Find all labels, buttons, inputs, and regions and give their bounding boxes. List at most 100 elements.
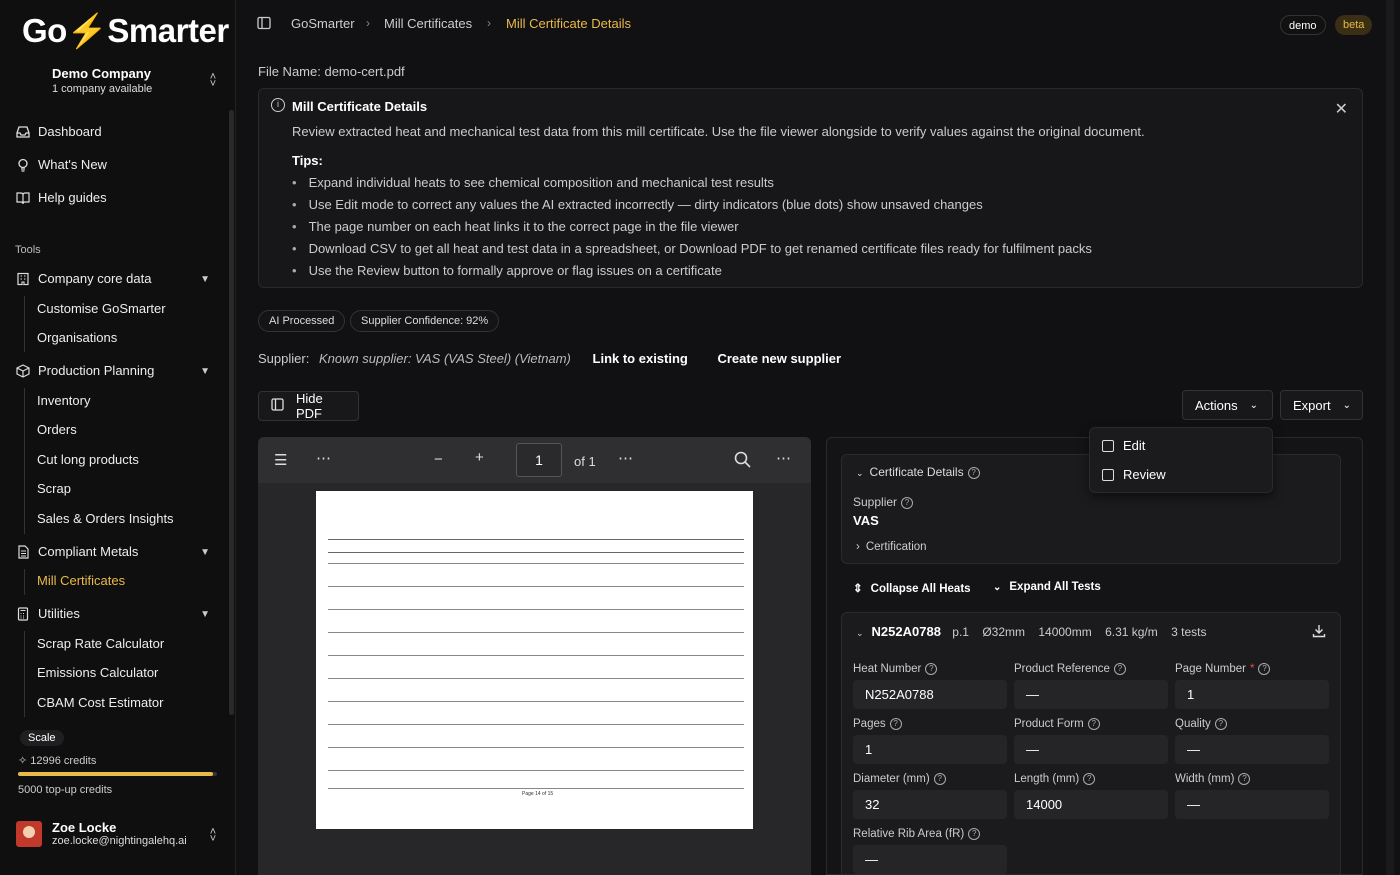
help-icon: ?: [1113, 663, 1126, 675]
product-form-label: Product Form?: [1014, 718, 1100, 730]
more-icon[interactable]: ⋯: [316, 449, 331, 467]
nav-help-guides[interactable]: Help guides: [16, 190, 107, 205]
chevron-down-icon[interactable]: ▼: [200, 609, 210, 620]
chevron-down-icon[interactable]: ▼: [200, 547, 210, 558]
supplier-field-text: Supplier: [853, 495, 898, 509]
menu-item-review[interactable]: Review: [1102, 467, 1166, 482]
export-button[interactable]: Export ⌄: [1280, 390, 1363, 420]
pages-label-text: Pages: [853, 718, 886, 731]
menu-item-review-label: Review: [1123, 467, 1166, 482]
breadcrumb-gosmarter[interactable]: GoSmarter: [291, 16, 355, 31]
group-metals-label: Compliant Metals: [38, 544, 139, 559]
group-utilities[interactable]: Utilities: [16, 606, 80, 621]
list-item: Download CSV to get all heat and test da…: [292, 241, 1092, 263]
chevron-down-icon[interactable]: ▼: [200, 366, 210, 377]
page-scrollbar[interactable]: [1386, 0, 1394, 875]
breadcrumb-mill-certificates[interactable]: Mill Certificates: [384, 16, 472, 31]
certificate-details-header[interactable]: ⌄ Certificate Details?: [856, 465, 980, 479]
chevron-right-icon: ›: [856, 541, 860, 553]
chevron-updown-icon[interactable]: ˄ ˅: [207, 827, 219, 845]
pdf-table-row: [328, 609, 744, 610]
credits-value: 12996 credits: [30, 755, 97, 767]
product-reference-field[interactable]: —: [1014, 680, 1168, 709]
group-compliant-metals[interactable]: Compliant Metals: [16, 544, 138, 559]
nav-sales-orders-insights[interactable]: Sales & Orders Insights: [37, 511, 174, 526]
pages-label: Pages?: [853, 718, 902, 730]
diameter-field[interactable]: 32: [853, 790, 1007, 819]
company-switcher[interactable]: Demo Company 1 company available: [52, 66, 152, 95]
actions-button[interactable]: Actions ⌄: [1182, 390, 1273, 420]
menu-item-edit[interactable]: Edit: [1102, 438, 1145, 453]
nav-customise-gosmarter[interactable]: Customise GoSmarter: [37, 301, 166, 316]
hide-pdf-button[interactable]: Hide PDF: [258, 391, 359, 421]
group-company-core-data[interactable]: Company core data: [16, 271, 151, 286]
pdf-table-row: [328, 678, 744, 679]
certification-toggle[interactable]: › Certification: [856, 541, 927, 553]
nav-whats-new[interactable]: What's New: [16, 157, 107, 172]
avatar: [16, 820, 42, 847]
nav-scrap-rate-calculator[interactable]: Scrap Rate Calculator: [37, 636, 164, 651]
length-label: Length (mm)?: [1014, 773, 1096, 786]
length-field[interactable]: 14000: [1014, 790, 1168, 819]
page-number-field[interactable]: 1: [1175, 680, 1329, 709]
link-existing-button[interactable]: Link to existing: [593, 351, 688, 366]
product-form-field[interactable]: —: [1014, 735, 1168, 764]
expand-all-tests-button[interactable]: ⌄ Expand All Tests: [993, 581, 1101, 593]
nav-inventory[interactable]: Inventory: [37, 393, 90, 408]
group-production-planning[interactable]: Production Planning: [16, 363, 154, 378]
chevron-down-icon: ⌄: [1249, 399, 1259, 411]
chevron-updown-icon[interactable]: ˄ ˅: [207, 72, 219, 90]
outline-icon[interactable]: ☰: [274, 451, 287, 469]
help-icon: ?: [1087, 718, 1100, 730]
beta-badge: beta: [1335, 15, 1373, 35]
nav-emissions-calculator[interactable]: Emissions Calculator: [37, 665, 158, 680]
nav-scrap[interactable]: Scrap: [37, 481, 71, 496]
nav-mill-certificates[interactable]: Mill Certificates: [37, 573, 125, 588]
pages-field[interactable]: 1: [853, 735, 1007, 764]
pdf-table-row: [328, 701, 744, 702]
help-icon: ?: [1083, 773, 1096, 785]
actions-label: Actions: [1195, 397, 1238, 413]
length-label-text: Length (mm): [1014, 773, 1080, 786]
gosmarter-logo[interactable]: Go⚡Smarter: [22, 12, 229, 51]
sidebar-scrollbar[interactable]: [229, 110, 234, 715]
file-name: File Name: demo-cert.pdf: [258, 64, 405, 79]
sidebar-toggle-icon[interactable]: [257, 16, 271, 33]
collapse-all-heats-button[interactable]: ⇕ Collapse All Heats: [853, 581, 971, 595]
supplier-confidence-tag: Supplier Confidence: 92%: [350, 310, 500, 332]
zoom-in-icon[interactable]: +: [475, 449, 484, 466]
heat-diameter: Ø32mm: [982, 625, 1025, 639]
create-supplier-button[interactable]: Create new supplier: [717, 351, 841, 366]
search-icon[interactable]: [734, 451, 751, 472]
book-icon: [16, 191, 30, 205]
actions-dropdown-menu: Edit Review: [1089, 427, 1273, 493]
more-icon[interactable]: ⋯: [618, 449, 633, 467]
rib-area-field[interactable]: —: [853, 845, 1007, 874]
nav-orders[interactable]: Orders: [37, 422, 77, 437]
user-menu[interactable]: Zoe Locke zoe.locke@nightingalehq.ai: [16, 820, 187, 847]
help-icon: ?: [925, 663, 938, 675]
nav-cbam-cost-estimator[interactable]: CBAM Cost Estimator: [37, 695, 163, 710]
nav-dashboard[interactable]: Dashboard: [16, 124, 102, 139]
heat-header[interactable]: ⌄ N252A0788 p.1 Ø32mm 14000mm 6.31 kg/m 3…: [856, 624, 1206, 639]
help-icon: ?: [1258, 663, 1271, 675]
heat-number-label: Heat Number?: [853, 663, 938, 675]
zoom-out-icon[interactable]: −: [434, 451, 443, 468]
more-icon[interactable]: ⋯: [776, 449, 791, 467]
supplier-label: Supplier:: [258, 351, 310, 366]
nav-cut-long-products[interactable]: Cut long products: [37, 452, 139, 467]
quality-field[interactable]: —: [1175, 735, 1329, 764]
close-icon[interactable]: ✕: [1335, 99, 1348, 119]
heat-length: 14000mm: [1038, 625, 1092, 639]
heat-number-field[interactable]: N252A0788: [853, 680, 1007, 709]
nav-help-label: Help guides: [38, 190, 107, 205]
nav-whats-new-label: What's New: [38, 157, 107, 172]
download-icon[interactable]: [1312, 624, 1326, 641]
width-field[interactable]: —: [1175, 790, 1329, 819]
logo-text-go: Go: [22, 12, 67, 49]
help-icon: ?: [968, 828, 981, 840]
page-number-input[interactable]: 1: [516, 443, 562, 477]
nav-organisations[interactable]: Organisations: [37, 330, 117, 345]
chevron-down-icon[interactable]: ▼: [200, 274, 210, 285]
quality-label-text: Quality: [1175, 718, 1211, 731]
